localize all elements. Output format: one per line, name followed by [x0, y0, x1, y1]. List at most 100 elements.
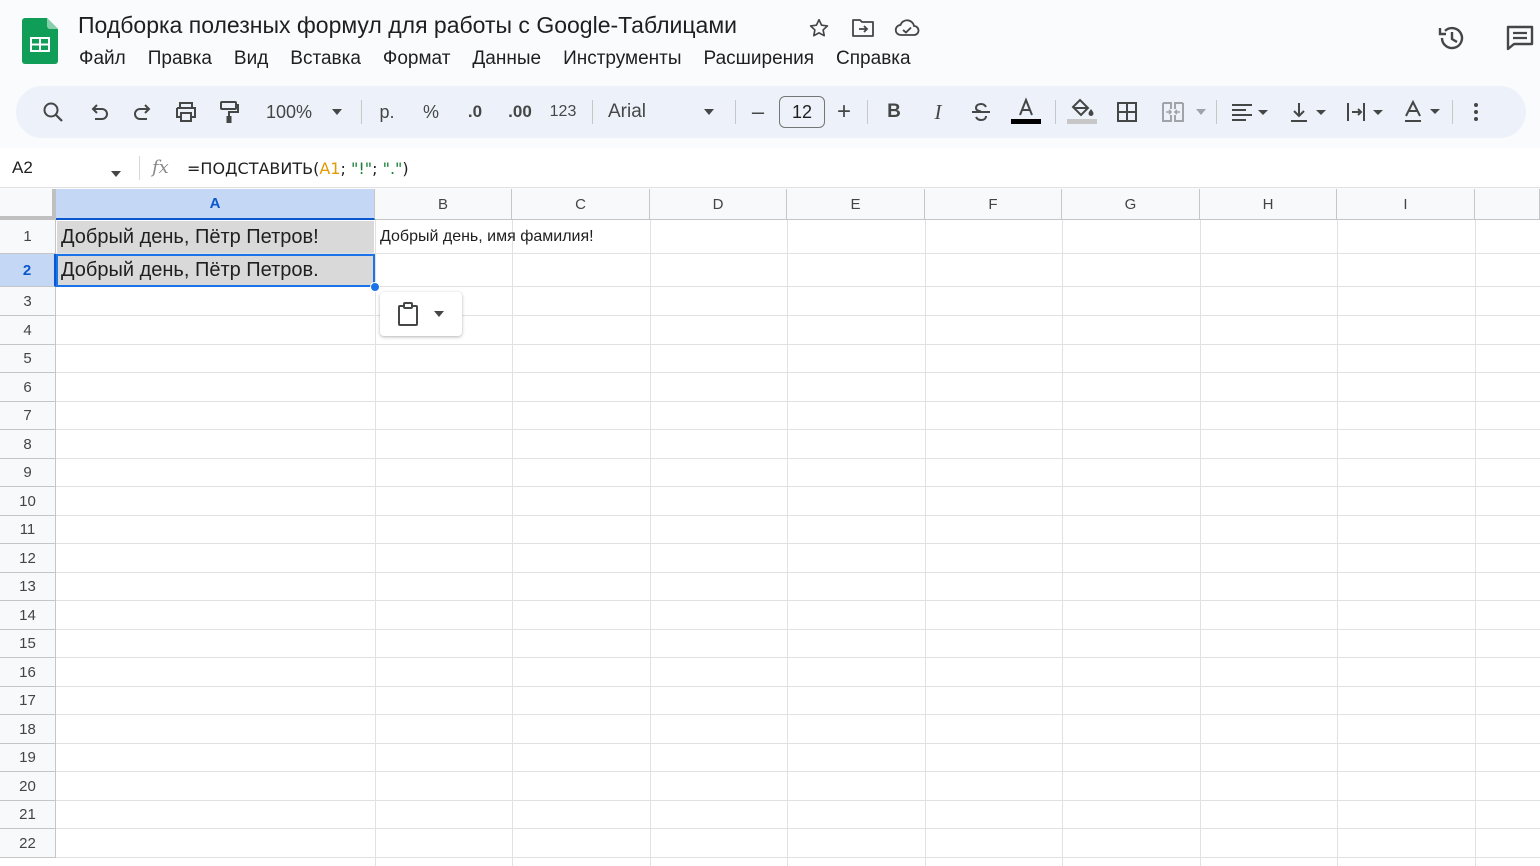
- row-header-4[interactable]: 4: [0, 316, 56, 345]
- redo-icon[interactable]: [128, 86, 158, 138]
- row-header-8[interactable]: 8: [0, 430, 56, 459]
- gridline: [56, 743, 1540, 744]
- menu-insert[interactable]: Вставка: [279, 46, 372, 72]
- column-header-i[interactable]: I: [1337, 189, 1475, 220]
- font-size-input[interactable]: 12: [779, 96, 825, 128]
- column-header-g[interactable]: G: [1062, 189, 1200, 220]
- gridline: [56, 572, 1540, 573]
- text-wrapping-icon[interactable]: [1341, 86, 1389, 138]
- text-rotation-icon[interactable]: [1398, 86, 1446, 138]
- menu-view[interactable]: Вид: [223, 46, 279, 72]
- font-caret-icon[interactable]: [700, 86, 718, 138]
- horizontal-align-icon[interactable]: [1226, 86, 1274, 138]
- menu-file[interactable]: Файл: [68, 46, 137, 72]
- row-header-17[interactable]: 17: [0, 687, 56, 715]
- cell-b1[interactable]: Добрый день, имя фамилия!: [376, 221, 594, 253]
- font-select[interactable]: Arial: [608, 86, 668, 138]
- clipboard-icon: [398, 302, 418, 326]
- text-color-icon[interactable]: [1010, 86, 1042, 138]
- row-header-15[interactable]: 15: [0, 630, 56, 658]
- name-box-caret-icon[interactable]: [110, 165, 122, 183]
- row-header-6[interactable]: 6: [0, 373, 56, 402]
- move-to-folder-icon[interactable]: [848, 14, 878, 42]
- row-header-19[interactable]: 19: [0, 744, 56, 772]
- row-header-12[interactable]: 12: [0, 544, 56, 573]
- column-header-e[interactable]: E: [787, 189, 925, 220]
- star-icon[interactable]: [804, 14, 834, 42]
- italic-button[interactable]: I: [926, 86, 950, 138]
- menu-format[interactable]: Формат: [372, 46, 462, 72]
- fill-color-icon[interactable]: [1066, 86, 1098, 138]
- decrease-decimal-button[interactable]: .0: [460, 86, 490, 138]
- percent-format-button[interactable]: %: [418, 86, 444, 138]
- name-box[interactable]: A2: [12, 158, 33, 178]
- formula-separator: ;: [340, 159, 351, 178]
- strikethrough-icon[interactable]: [968, 86, 994, 138]
- vertical-align-icon[interactable]: [1284, 86, 1332, 138]
- row-header-16[interactable]: 16: [0, 658, 56, 687]
- bold-button[interactable]: B: [882, 86, 906, 138]
- fx-icon: fx: [152, 157, 169, 178]
- column-header-partial[interactable]: [1475, 189, 1540, 220]
- zoom-select[interactable]: 100%: [260, 86, 318, 138]
- increase-decimal-button[interactable]: .00: [504, 86, 536, 138]
- row-header-7[interactable]: 7: [0, 402, 56, 430]
- spreadsheet-grid[interactable]: 22 21 20 19 18 17 16 15 14 13 12 11 10 9 8 7 6 5 4 3 2 1 I H G F E…: [0, 189, 1540, 866]
- gridline: [56, 828, 1540, 829]
- select-all-corner[interactable]: [0, 189, 56, 220]
- decrease-font-size-button[interactable]: –: [746, 86, 770, 138]
- menu-data[interactable]: Данные: [461, 46, 552, 72]
- column-header-c[interactable]: C: [512, 189, 650, 220]
- row-header-22[interactable]: 22: [0, 829, 56, 858]
- undo-icon[interactable]: [84, 86, 114, 138]
- cloud-saved-icon[interactable]: [892, 14, 922, 42]
- gridline: [56, 686, 1540, 687]
- borders-icon[interactable]: [1114, 86, 1140, 138]
- row-header-2[interactable]: 2: [0, 254, 56, 287]
- row-header-18[interactable]: 18: [0, 715, 56, 744]
- row-header-14[interactable]: 14: [0, 601, 56, 630]
- comments-icon[interactable]: [1500, 18, 1540, 58]
- row-header-5[interactable]: 5: [0, 345, 56, 373]
- paint-format-icon[interactable]: [214, 86, 244, 138]
- row-header-13[interactable]: 13: [0, 573, 56, 601]
- print-icon[interactable]: [171, 86, 201, 138]
- menu-edit[interactable]: Правка: [137, 46, 223, 72]
- currency-format-button[interactable]: р.: [374, 86, 400, 138]
- row-header-21[interactable]: 21: [0, 801, 56, 829]
- merge-cells-icon[interactable]: [1159, 86, 1187, 138]
- menu-extensions[interactable]: Расширения: [693, 46, 826, 72]
- row-header-1[interactable]: 1: [0, 220, 56, 254]
- increase-font-size-button[interactable]: +: [832, 86, 856, 138]
- document-title[interactable]: Подборка полезных формул для работы с Go…: [78, 12, 737, 39]
- column-header-d[interactable]: D: [650, 189, 787, 220]
- row-header-20[interactable]: 20: [0, 772, 56, 801]
- search-menus-icon[interactable]: [38, 86, 68, 138]
- column-header-b[interactable]: B: [375, 189, 512, 220]
- paste-caret-icon: [434, 311, 444, 317]
- version-history-icon[interactable]: [1432, 18, 1472, 58]
- formula-prefix: =ПОДСТАВИТЬ(: [187, 159, 320, 178]
- row-header-10[interactable]: 10: [0, 487, 56, 516]
- gridline: [56, 857, 1540, 858]
- column-header-f[interactable]: F: [925, 189, 1062, 220]
- column-header-h[interactable]: H: [1200, 189, 1337, 220]
- more-formats-button[interactable]: 123: [548, 86, 578, 138]
- increase-decimal-label: .00: [508, 102, 532, 121]
- menu-help[interactable]: Справка: [825, 46, 922, 72]
- zoom-caret-icon[interactable]: [328, 86, 346, 138]
- row-header-9[interactable]: 9: [0, 459, 56, 487]
- column-header-a[interactable]: A: [56, 189, 375, 220]
- cell-a1[interactable]: Добрый день, Пётр Петров!: [57, 221, 374, 253]
- more-options-icon[interactable]: [1464, 86, 1488, 138]
- decrease-decimal-label: .0: [467, 102, 483, 121]
- row-header-11[interactable]: 11: [0, 516, 56, 544]
- row-header-3[interactable]: 3: [0, 287, 56, 316]
- toolbar: 100% р. % .0 .00 123 Arial – 12 + B I: [16, 86, 1526, 138]
- fill-handle[interactable]: [370, 282, 380, 292]
- paste-options-button[interactable]: [380, 292, 462, 336]
- menu-tools[interactable]: Инструменты: [552, 46, 692, 72]
- sheets-logo-icon[interactable]: [22, 18, 58, 64]
- formula-input[interactable]: =ПОДСТАВИТЬ(A1; "!"; "."): [187, 159, 409, 178]
- merge-caret-icon[interactable]: [1193, 86, 1209, 138]
